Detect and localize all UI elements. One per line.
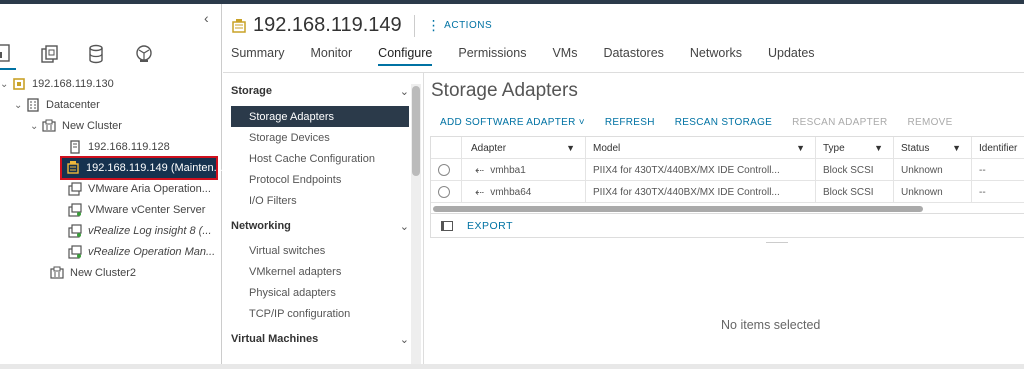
export-button[interactable]: EXPORT — [467, 220, 513, 232]
hosts-and-clusters-icon[interactable] — [0, 44, 16, 64]
resize-handle[interactable] — [766, 242, 788, 243]
scrollbar-thumb[interactable] — [433, 206, 923, 212]
object-header: 192.168.119.149 ⋮ ACTIONS — [231, 14, 492, 37]
column-header-identifier[interactable]: Identifier — [979, 137, 1024, 159]
inventory-navigator: ‹ ⌄ 192.168.119.130 ⌄ Datacenter ⌄ New C… — [0, 4, 223, 369]
chevron-down-icon[interactable]: ⌄ — [0, 79, 12, 90]
page-title: 192.168.119.149 — [253, 14, 402, 36]
header-divider — [413, 14, 415, 37]
cluster-icon — [50, 266, 64, 280]
vcenter-icon — [12, 77, 26, 91]
filter-icon[interactable]: ▼ — [874, 143, 883, 153]
tree-item-vm-log-insight[interactable]: vRealize Log insight 8 (... — [68, 221, 212, 241]
chevron-down-icon[interactable]: ⌄ — [14, 100, 26, 111]
column-header-type[interactable]: Type ▼ — [823, 137, 889, 159]
chevron-down-icon: ⌄ — [399, 85, 409, 98]
grid-footer: EXPORT — [431, 213, 1024, 237]
add-software-adapter-button[interactable]: ADD SOFTWARE ADAPTER ˅ — [440, 117, 585, 128]
pane-title: Storage Adapters — [431, 80, 578, 101]
tree-item-vm-vcenter[interactable]: VMware vCenter Server — [68, 200, 205, 220]
filter-icon[interactable]: ▼ — [952, 143, 961, 153]
table-row[interactable]: ⇠ vmhba64 PIIX4 for 430TX/440BX/MX IDE Co… — [431, 181, 1024, 203]
tree-item-vcenter[interactable]: ⌄ 192.168.119.130 — [0, 74, 114, 94]
object-tabs: Summary Monitor Configure Permissions VM… — [231, 46, 841, 66]
host-maintenance-icon — [231, 18, 247, 34]
storage-icon[interactable] — [88, 44, 108, 64]
tab-monitor[interactable]: Monitor — [310, 46, 352, 66]
section-storage[interactable]: Storage ⌄ — [231, 80, 409, 102]
tree-item-new-cluster[interactable]: ⌄ New Cluster — [30, 116, 122, 136]
rescan-adapter-button[interactable]: RESCAN ADAPTER — [792, 117, 887, 128]
menu-item-vmkernel-adapters[interactable]: VMkernel adapters — [231, 261, 409, 282]
menu-item-storage-devices[interactable]: Storage Devices — [231, 127, 409, 148]
table-row[interactable]: ⇠ vmhba1 PIIX4 for 430TX/440BX/MX IDE Con… — [431, 159, 1024, 181]
main-content: 192.168.119.149 ⋮ ACTIONS Summary Monito… — [223, 4, 1024, 369]
row-select-radio[interactable] — [438, 186, 450, 198]
tree-item-host-149-selected[interactable]: 192.168.119.149 (Mainten... — [60, 156, 223, 180]
tree-item-host-128[interactable]: 192.168.119.128 — [68, 137, 170, 157]
configure-menu: Storage ⌄ Storage Adapters Storage Devic… — [231, 78, 421, 369]
cluster-icon — [42, 119, 56, 133]
menu-item-protocol-endpoints[interactable]: Protocol Endpoints — [231, 169, 409, 190]
navigator-view-tabs — [0, 44, 222, 70]
filter-icon[interactable]: ▼ — [796, 143, 805, 153]
chevron-down-icon: ⌄ — [399, 220, 409, 233]
tree-item-new-cluster2[interactable]: New Cluster2 — [50, 263, 136, 283]
chevron-down-icon: ⌄ — [399, 333, 409, 346]
tree-item-vm-operations[interactable]: vRealize Operation Man... — [68, 242, 215, 262]
datacenter-icon — [26, 98, 40, 112]
details-empty-message: No items selected — [721, 318, 821, 332]
tab-networks[interactable]: Networks — [690, 46, 742, 66]
scrollbar-thumb[interactable] — [412, 86, 420, 176]
tab-summary[interactable]: Summary — [231, 46, 284, 66]
host-maintenance-icon — [66, 161, 80, 175]
vm-icon — [68, 224, 82, 238]
filter-icon[interactable]: ▼ — [566, 143, 575, 153]
bottom-strip — [0, 364, 1024, 369]
tab-updates[interactable]: Updates — [768, 46, 815, 66]
column-header-adapter[interactable]: Adapter ▼ — [471, 137, 581, 159]
storage-adapters-grid: Adapter ▼ Model ▼ Type ▼ Status ▼ Identifier… — [430, 136, 1024, 238]
menu-item-tcpip-configuration[interactable]: TCP/IP configuration — [231, 303, 409, 324]
menu-item-virtual-switches[interactable]: Virtual switches — [231, 240, 409, 261]
pane-divider — [423, 73, 424, 369]
adapters-toolbar: ADD SOFTWARE ADAPTER ˅ REFRESH RESCAN ST… — [440, 117, 973, 128]
column-toggle-icon[interactable] — [441, 220, 453, 231]
tab-vms[interactable]: VMs — [552, 46, 577, 66]
grid-header: Adapter ▼ Model ▼ Type ▼ Status ▼ Identifier — [431, 137, 1024, 159]
vm-icon — [68, 182, 82, 196]
kebab-icon: ⋮ — [426, 17, 442, 33]
column-header-model[interactable]: Model ▼ — [593, 137, 811, 159]
tab-configure[interactable]: Configure — [378, 46, 433, 66]
host-icon — [68, 140, 82, 154]
section-networking[interactable]: Networking ⌄ — [231, 215, 409, 237]
chevron-down-icon[interactable]: ⌄ — [30, 121, 42, 132]
actions-menu-button[interactable]: ⋮ ACTIONS — [427, 17, 492, 34]
vms-and-templates-icon[interactable] — [40, 44, 60, 64]
networking-icon[interactable] — [134, 44, 154, 64]
menu-item-physical-adapters[interactable]: Physical adapters — [231, 282, 409, 303]
collapse-navigator-button[interactable]: ‹ — [204, 10, 209, 26]
storage-adapter-icon: ⇠ — [475, 164, 485, 177]
tabs-divider — [223, 72, 1024, 73]
menu-item-io-filters[interactable]: I/O Filters — [231, 190, 409, 211]
tab-datastores[interactable]: Datastores — [603, 46, 663, 66]
rescan-storage-button[interactable]: RESCAN STORAGE — [675, 117, 772, 128]
vm-icon — [68, 203, 82, 217]
row-select-radio[interactable] — [438, 164, 450, 176]
refresh-button[interactable]: REFRESH — [605, 117, 655, 128]
configure-menu-scrollbar[interactable] — [411, 84, 421, 369]
grid-horizontal-scrollbar[interactable] — [431, 205, 1024, 213]
tree-item-vm-aria[interactable]: VMware Aria Operation... — [68, 179, 211, 199]
menu-item-host-cache[interactable]: Host Cache Configuration — [231, 148, 409, 169]
remove-button[interactable]: REMOVE — [907, 117, 952, 128]
section-virtual-machines[interactable]: Virtual Machines ⌄ — [231, 328, 409, 350]
active-view-indicator — [0, 68, 16, 70]
column-header-status[interactable]: Status ▼ — [901, 137, 967, 159]
vm-icon — [68, 245, 82, 259]
menu-item-storage-adapters[interactable]: Storage Adapters — [231, 106, 409, 127]
tree-item-datacenter[interactable]: ⌄ Datacenter — [14, 95, 100, 115]
tab-permissions[interactable]: Permissions — [458, 46, 526, 66]
storage-adapter-icon: ⇠ — [475, 186, 485, 199]
